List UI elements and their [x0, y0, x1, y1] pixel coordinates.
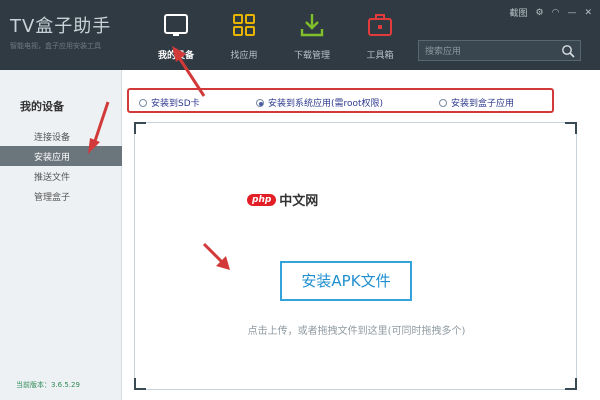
search-icon[interactable]	[561, 44, 575, 58]
top-bar: TV盒子助手 智能电视，盒子应用安装工具 我的设备 找应用 下载管理	[0, 0, 600, 70]
sidebar-item-label: 管理盒子	[34, 193, 71, 203]
search-box	[418, 40, 581, 61]
skin-icon[interactable]: ◠	[552, 8, 560, 18]
app-logo: TV盒子助手 智能电视，盒子应用安装工具	[10, 12, 111, 51]
option-system-app[interactable]: 安装到系统应用(需root权限)	[256, 96, 383, 109]
sidebar-item-label: 安装应用	[34, 153, 71, 163]
sidebar-item-label: 连接设备	[34, 133, 71, 143]
install-apk-button[interactable]: 安装APK文件	[280, 261, 412, 301]
sidebar-heading: 我的设备	[20, 100, 64, 113]
sidebar-item-push-file[interactable]: 推送文件	[0, 166, 122, 186]
watermark: php 中文网	[247, 190, 318, 209]
option-label: 安装到盒子应用	[451, 99, 515, 109]
toolbox-icon	[368, 14, 392, 36]
nav-find-apps[interactable]: 找应用	[210, 0, 278, 70]
annotation-arrow	[88, 101, 110, 154]
radio-button[interactable]	[256, 98, 264, 107]
annotation-arrow	[172, 46, 206, 97]
corner-mark	[134, 122, 146, 134]
annotation-arrow	[202, 242, 230, 270]
screenshot-button[interactable]: 截图	[510, 6, 528, 19]
radio-button[interactable]	[439, 98, 447, 107]
download-icon	[300, 14, 324, 37]
tablet-icon	[164, 14, 188, 36]
close-icon[interactable]: ✕	[584, 8, 592, 18]
corner-mark	[134, 378, 146, 390]
nav-label: 找应用	[230, 51, 258, 61]
nav-label: 工具箱	[366, 51, 394, 61]
watermark-badge: php	[247, 193, 277, 206]
app-title: TV盒子助手	[10, 16, 112, 37]
nav-toolbox[interactable]: 工具箱	[346, 0, 414, 70]
sidebar-item-manage-box[interactable]: 管理盒子	[0, 186, 122, 206]
version-label: 当前版本：3.6.5.29	[16, 381, 80, 389]
search-input[interactable]	[425, 43, 555, 58]
drop-hint: 点击上传，或者拖拽文件到这里(可同时拖拽多个)	[247, 326, 466, 337]
sidebar-item-label: 推送文件	[34, 173, 71, 183]
option-label: 安装到系统应用(需root权限)	[268, 99, 384, 109]
gear-icon[interactable]: ⚙	[536, 8, 544, 18]
nav-download-manager[interactable]: 下载管理	[278, 0, 346, 70]
option-box-app[interactable]: 安装到盒子应用	[439, 96, 514, 109]
minimize-icon[interactable]: —	[567, 8, 576, 18]
corner-mark	[565, 378, 577, 390]
nav-label: 下载管理	[293, 51, 330, 61]
corner-mark	[565, 122, 577, 134]
app-subtitle: 智能电视，盒子应用安装工具	[10, 42, 101, 50]
radio-button[interactable]	[139, 98, 147, 107]
window-controls: 截图 ⚙ ◠ — ✕	[510, 6, 593, 20]
grid-icon	[233, 14, 255, 36]
watermark-text: 中文网	[279, 194, 319, 209]
